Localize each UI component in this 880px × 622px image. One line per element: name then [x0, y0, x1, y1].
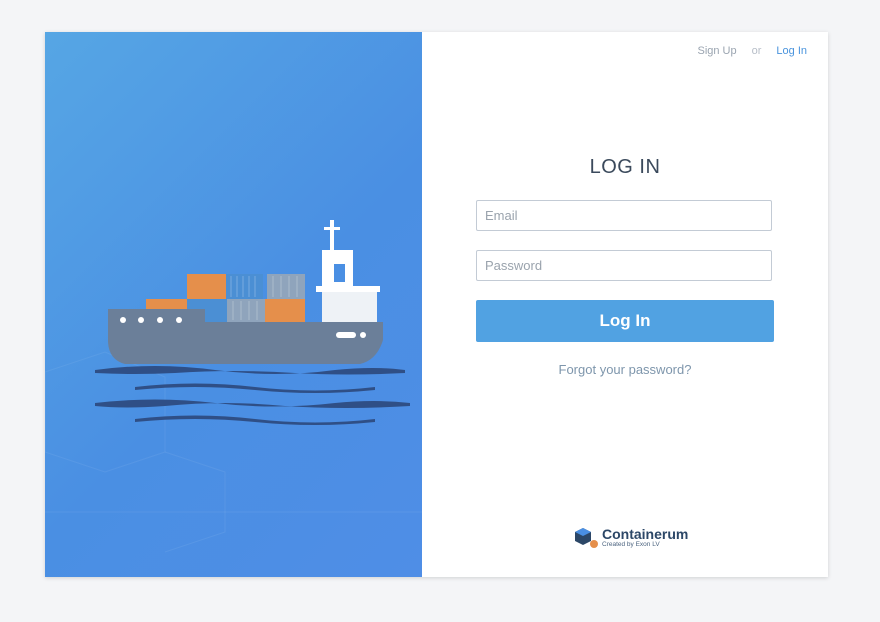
- brand-tagline: Created by Exon LV: [602, 540, 660, 548]
- signup-link[interactable]: Sign Up: [697, 45, 736, 57]
- nav-separator: or: [751, 45, 762, 57]
- hero-illustration-panel: [45, 32, 422, 577]
- page-title: LOG IN: [589, 156, 661, 178]
- containerum-logo-icon: [575, 528, 598, 548]
- login-link[interactable]: Log In: [776, 45, 807, 57]
- brand-name: Containerum: [602, 525, 689, 542]
- email-field[interactable]: [476, 200, 772, 231]
- login-panel: Sign Up or Log In LOG IN Log In Forgot y…: [422, 32, 828, 577]
- cargo-ship-illustration: [45, 220, 422, 553]
- top-nav: Sign Up or Log In: [697, 45, 807, 57]
- ship-tower: [316, 220, 380, 322]
- forgot-password-link[interactable]: Forgot your password?: [422, 362, 828, 377]
- login-card: Sign Up or Log In LOG IN Log In Forgot y…: [45, 32, 828, 577]
- sea-waves: [95, 366, 410, 425]
- login-button[interactable]: Log In: [476, 300, 774, 342]
- brand-logo: Containerum Created by Exon LV: [573, 526, 688, 550]
- password-field[interactable]: [476, 250, 772, 281]
